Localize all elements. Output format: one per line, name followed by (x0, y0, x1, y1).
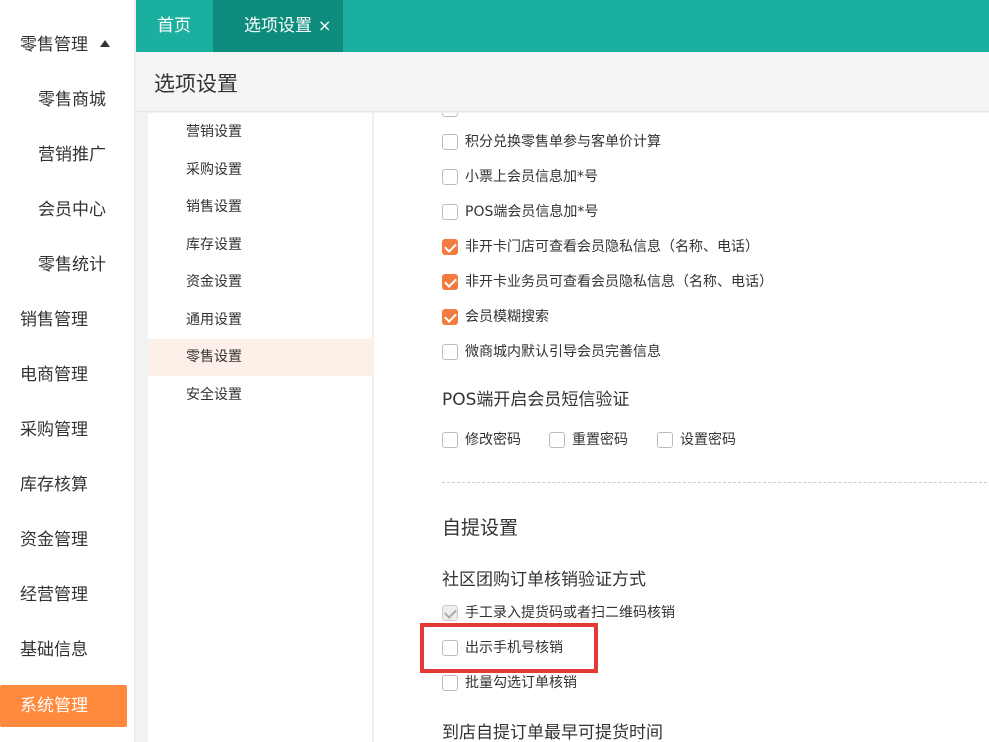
option-label: 重置密码 (572, 432, 628, 448)
sidebar-item-basic-info[interactable]: 基础信息 (0, 623, 135, 678)
checkbox[interactable] (442, 134, 458, 150)
sidebar-item-operations[interactable]: 经营管理 (0, 568, 135, 623)
option-reset-password[interactable]: 重置密码 (549, 429, 628, 451)
subnav-item-security[interactable]: 安全设置 (148, 377, 373, 414)
option-label: 小票上会员信息加*号 (465, 169, 598, 185)
pos-sms-label: POS端开启会员短信验证 (442, 390, 630, 410)
checkbox[interactable] (442, 169, 458, 185)
sidebar-item-retail-management[interactable]: 零售管理 (0, 18, 135, 73)
option-label: 非开卡业务员可查看会员隐私信息（名称、电话） (465, 274, 773, 290)
sidebar-item-ecommerce[interactable]: 电商管理 (0, 348, 135, 403)
sidebar-item-system[interactable]: 系统管理 (0, 685, 127, 727)
settings-content: 积分兑换零售单参与客单价计算 小票上会员信息加*号 POS端会员信息加*号 非开… (374, 113, 989, 742)
sidebar-item-retail-stats[interactable]: 零售统计 (0, 238, 135, 293)
option-fuzzy-search[interactable]: 会员模糊搜索 (442, 306, 549, 328)
subnav-item-inventory[interactable]: 库存设置 (148, 227, 373, 264)
option-change-password[interactable]: 修改密码 (442, 429, 521, 451)
option-label: 非开卡门店可查看会员隐私信息（名称、电话） (465, 239, 759, 255)
checkbox[interactable] (442, 675, 458, 691)
sidebar-item-label: 零售统计 (38, 255, 106, 275)
option-label: 积分兑换零售单参与客单价计算 (465, 134, 661, 150)
sidebar-item-label: 销售管理 (20, 310, 88, 330)
sidebar-item-label: 经营管理 (20, 585, 88, 605)
sidebar-item-inventory[interactable]: 库存核算 (0, 458, 135, 513)
checkbox[interactable] (549, 432, 565, 448)
page-title: 选项设置 (154, 72, 238, 96)
checkbox[interactable] (442, 204, 458, 220)
verify-method-label: 社区团购订单核销验证方式 (442, 570, 646, 590)
settings-subnav: 营销设置 采购设置 销售设置 库存设置 资金设置 通用设置 零售设置 安全设置 (148, 113, 373, 742)
checkbox[interactable] (442, 239, 458, 255)
subnav-item-retail[interactable]: 零售设置 (148, 339, 373, 376)
checkbox-partial[interactable] (442, 113, 458, 117)
sidebar-item-sales[interactable]: 销售管理 (0, 293, 135, 348)
sidebar-item-retail-mall[interactable]: 零售商城 (0, 73, 135, 128)
option-manual-code: 手工录入提货码或者扫二维码核销 (442, 602, 675, 624)
option-label: 设置密码 (680, 432, 736, 448)
sidebar-item-label: 电商管理 (20, 365, 88, 385)
option-label: 微商城内默认引导会员完善信息 (465, 344, 661, 360)
self-pickup-title: 自提设置 (442, 517, 519, 539)
sidebar-item-marketing[interactable]: 营销推广 (0, 128, 135, 183)
sidebar-item-label: 系统管理 (20, 696, 88, 716)
sidebar: 零售管理 零售商城 营销推广 会员中心 零售统计 销售管理 电商管理 采购管理 … (0, 0, 135, 742)
sidebar-item-member-center[interactable]: 会员中心 (0, 183, 135, 238)
sidebar-item-label: 会员中心 (38, 200, 106, 220)
option-batch-verify[interactable]: 批量勾选订单核销 (442, 672, 577, 694)
close-icon[interactable]: × (318, 16, 331, 35)
option-store-privacy[interactable]: 非开卡门店可查看会员隐私信息（名称、电话） (442, 236, 759, 258)
sidebar-item-label: 采购管理 (20, 420, 88, 440)
sidebar-item-label: 零售商城 (38, 90, 106, 110)
tab-label: 选项设置 (244, 16, 312, 36)
option-staff-privacy[interactable]: 非开卡业务员可查看会员隐私信息（名称、电话） (442, 271, 773, 293)
section-divider (442, 482, 989, 483)
sidebar-item-label: 营销推广 (38, 145, 106, 165)
option-label: 手工录入提货码或者扫二维码核销 (465, 605, 675, 621)
tab-options[interactable]: 选项设置 × (213, 0, 344, 52)
sidebar-item-label: 资金管理 (20, 530, 88, 550)
option-pos-mask[interactable]: POS端会员信息加*号 (442, 201, 598, 223)
checkbox[interactable] (442, 432, 458, 448)
page-header: 选项设置 (136, 52, 989, 112)
tab-home[interactable]: 首页 (157, 0, 191, 52)
highlight-annotation (420, 623, 598, 673)
option-points-exchange[interactable]: 积分兑换零售单参与客单价计算 (442, 131, 661, 153)
checkbox (442, 605, 458, 621)
option-receipt-mask[interactable]: 小票上会员信息加*号 (442, 166, 598, 188)
checkbox[interactable] (442, 344, 458, 360)
subnav-item-purchase[interactable]: 采购设置 (148, 152, 373, 189)
checkbox[interactable] (442, 274, 458, 290)
sidebar-item-funds[interactable]: 资金管理 (0, 513, 135, 568)
sidebar-item-label: 基础信息 (20, 640, 88, 660)
subnav-item-funds[interactable]: 资金设置 (148, 264, 373, 301)
caret-up-icon (100, 40, 110, 47)
option-label: 会员模糊搜索 (465, 309, 549, 325)
earliest-pickup-label: 到店自提订单最早可提货时间 (442, 723, 663, 742)
sidebar-item-purchase[interactable]: 采购管理 (0, 403, 135, 458)
option-label: POS端会员信息加*号 (465, 204, 599, 220)
tab-label: 首页 (157, 16, 191, 36)
subnav-item-marketing[interactable]: 营销设置 (148, 114, 373, 151)
option-label: 批量勾选订单核销 (465, 675, 577, 691)
subnav-item-general[interactable]: 通用设置 (148, 302, 373, 339)
checkbox[interactable] (657, 432, 673, 448)
top-tab-bar: 首页 选项设置 × (136, 0, 989, 52)
checkbox[interactable] (442, 309, 458, 325)
sidebar-item-label: 库存核算 (20, 475, 88, 495)
subnav-item-sales[interactable]: 销售设置 (148, 189, 373, 226)
option-set-password[interactable]: 设置密码 (657, 429, 736, 451)
option-label: 修改密码 (465, 432, 521, 448)
option-guide-member[interactable]: 微商城内默认引导会员完善信息 (442, 341, 661, 363)
sidebar-item-label: 零售管理 (20, 35, 88, 55)
